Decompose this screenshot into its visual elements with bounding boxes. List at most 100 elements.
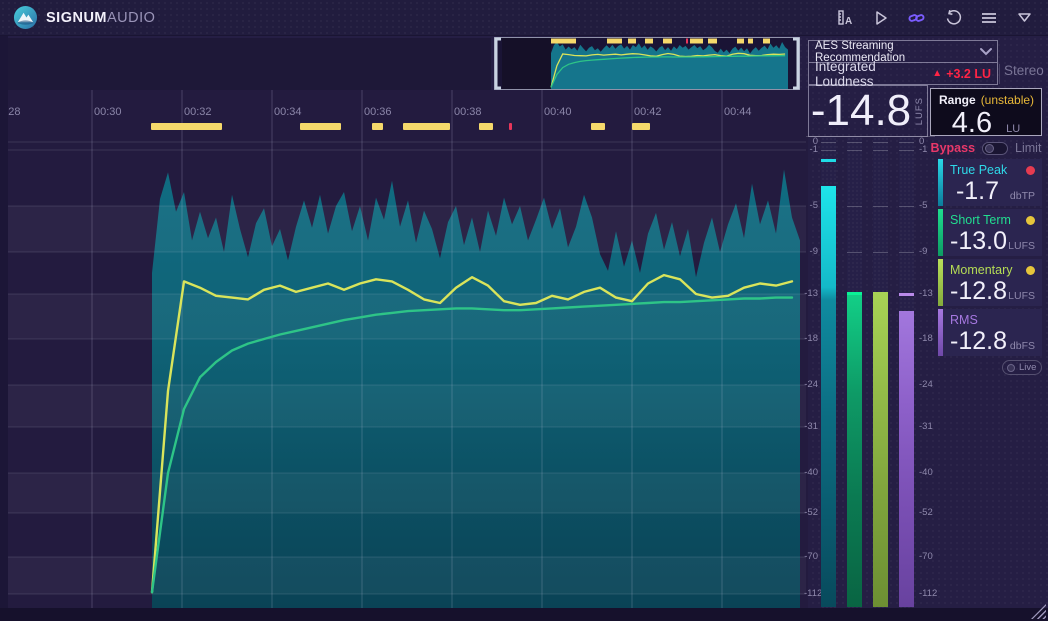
- range-unit: LU: [1006, 123, 1020, 135]
- minimap-marker-yellow: [737, 39, 744, 44]
- brand-light: AUDIO: [107, 10, 155, 26]
- brand-bold: SIGNUM: [46, 10, 107, 26]
- event-marker-red[interactable]: [509, 123, 512, 130]
- rms-accent: [938, 309, 943, 356]
- short-term-accent: [938, 209, 943, 256]
- range-box: Range (unstable) 4.6 LU: [930, 88, 1042, 136]
- momentary-unit: LUFS: [1007, 290, 1035, 302]
- integrated-loudness-row: Integrated Loudness ▲+3.2 LU: [809, 63, 997, 84]
- meter-scale-label: -52: [804, 508, 818, 518]
- rms-title: RMS: [950, 313, 1035, 327]
- integrated-loudness-label: Integrated Loudness: [809, 59, 932, 89]
- meter-tick: [873, 142, 888, 143]
- meter-tick: [821, 150, 836, 151]
- meter-scale-label: -18: [804, 334, 818, 344]
- short-term-value: -13.0: [950, 227, 1007, 256]
- minimap-marker-red: [686, 39, 688, 44]
- integrated-value-box: -14.8 LUFS: [808, 85, 928, 137]
- true-peak-title: True Peak: [950, 163, 1026, 177]
- true-peak-card: True Peak -1.7dbTP: [938, 159, 1042, 206]
- meter-tick: [847, 206, 862, 207]
- meter-scale-label: -18: [919, 334, 939, 344]
- event-marker-yellow[interactable]: [632, 123, 650, 130]
- overview-minimap[interactable]: [494, 37, 800, 90]
- meter-tick: [873, 252, 888, 253]
- range-value: 4.6: [952, 107, 992, 140]
- meter-tick: [873, 206, 888, 207]
- event-marker-yellow[interactable]: [151, 123, 222, 130]
- true-peak-value: -1.7: [950, 177, 1005, 206]
- minimap-marker-yellow: [645, 39, 653, 44]
- meter-scale-label: -1: [804, 145, 818, 155]
- meter-scale-label: -40: [919, 468, 939, 478]
- meter-tick: [899, 206, 914, 207]
- session-overview-empty: [8, 38, 491, 90]
- top-bar: SIGNUMAUDIO A: [0, 0, 1048, 36]
- meter-tick: [821, 142, 836, 143]
- channel-mode-label: Stereo: [1004, 63, 1044, 78]
- menu-icon[interactable]: [979, 8, 998, 27]
- short-term-meter-fill: [847, 294, 862, 607]
- meter-scale-label: -5: [919, 201, 939, 211]
- momentary-meter: [873, 137, 888, 610]
- true-peak-accent: [938, 159, 943, 206]
- loudness-warning: ▲+3.2 LU: [932, 67, 997, 81]
- warning-value: +3.2 LU: [946, 67, 991, 81]
- minimap-marker-yellow: [708, 39, 717, 44]
- true-peak-meter-peak-hold: [821, 159, 836, 162]
- time-label: 00:30: [94, 106, 122, 118]
- live-toggle[interactable]: Live: [1002, 360, 1042, 375]
- momentary-title: Momentary: [950, 263, 1026, 277]
- loudness-panel: AES Streaming Recommendation Integrated …: [808, 40, 998, 85]
- svg-text:A: A: [845, 16, 852, 27]
- play-icon[interactable]: [871, 8, 890, 27]
- minimap-marker-yellow: [628, 39, 636, 44]
- minimap-marker-yellow: [690, 39, 703, 44]
- metering-scale-icon[interactable]: A: [835, 8, 854, 27]
- true-peak-meter-fill: [821, 186, 836, 607]
- rms-card: RMS -12.8dbFS: [938, 309, 1042, 356]
- undo-icon[interactable]: [943, 8, 962, 27]
- momentary-status-dot: [1026, 266, 1035, 275]
- minimap-marker-yellow: [663, 39, 672, 44]
- rms-meter-peak-hold: [899, 293, 914, 296]
- rms-value: -12.8: [950, 327, 1007, 356]
- bypass-limit-row: Bypass Limit: [930, 139, 1042, 157]
- meter-tick: [899, 142, 914, 143]
- true-peak-unit: dbTP: [1005, 190, 1035, 202]
- meter-scale-label: -31: [919, 422, 939, 432]
- scale-band: [8, 385, 806, 427]
- meter-scale-label: -24: [804, 380, 818, 390]
- short-term-status-dot: [1026, 216, 1035, 225]
- link-icon[interactable]: [907, 8, 926, 27]
- meter-tick: [847, 252, 862, 253]
- collapse-icon[interactable]: [1015, 8, 1034, 27]
- meter-scale-label: -31: [804, 422, 818, 432]
- event-marker-yellow[interactable]: [591, 123, 605, 130]
- momentary-meter-fill: [873, 292, 888, 607]
- meter-scale-label: -112: [919, 589, 939, 599]
- time-label: 00:44: [724, 106, 752, 118]
- bypass-limit-toggle[interactable]: [982, 142, 1008, 155]
- meter-scale-label: -13: [804, 289, 818, 299]
- limit-label: Limit: [1015, 141, 1041, 155]
- event-marker-yellow[interactable]: [479, 123, 493, 130]
- timeline-ruler[interactable]: 00:2800:3000:3200:3400:3600:3800:4000:42…: [0, 90, 808, 135]
- divider: [999, 64, 1000, 84]
- loudness-history-chart[interactable]: [0, 90, 808, 608]
- event-marker-yellow[interactable]: [403, 123, 450, 130]
- integrated-value: -14.8: [811, 89, 911, 133]
- short-term-unit: LUFS: [1007, 240, 1035, 252]
- meter-scale-label: -5: [804, 201, 818, 211]
- toggle-knob: [985, 144, 994, 153]
- event-marker-yellow[interactable]: [372, 123, 383, 130]
- meter-scale-label: -70: [804, 552, 818, 562]
- momentary-accent: [938, 259, 943, 306]
- minimap-marker-yellow: [748, 39, 753, 44]
- bottom-strip: [0, 608, 1048, 621]
- momentary-card: Momentary -12.8LUFS: [938, 259, 1042, 306]
- event-marker-yellow[interactable]: [300, 123, 341, 130]
- true-peak-status-dot: [1026, 166, 1035, 175]
- short-term-card: Short Term -13.0LUFS: [938, 209, 1042, 256]
- rms-unit: dbFS: [1007, 340, 1035, 352]
